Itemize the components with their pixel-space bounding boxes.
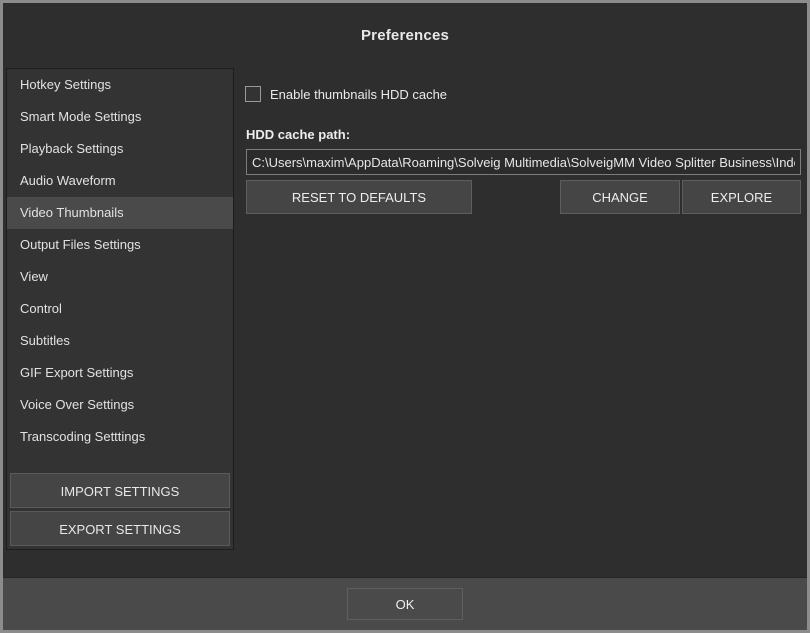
enable-thumbnails-hdd-cache-row[interactable]: Enable thumbnails HDD cache [245, 85, 447, 103]
sidebar-action-buttons: IMPORT SETTINGS EXPORT SETTINGS [7, 473, 233, 549]
sidebar-item-video-thumbnails[interactable]: Video Thumbnails [7, 197, 233, 229]
sidebar-item-view[interactable]: View [7, 261, 233, 293]
reset-to-defaults-button[interactable]: RESET TO DEFAULTS [246, 180, 472, 214]
sidebar-nav-list: Hotkey Settings Smart Mode Settings Play… [7, 69, 233, 453]
hdd-cache-path-input[interactable] [246, 149, 801, 175]
sidebar-item-hotkey-settings[interactable]: Hotkey Settings [7, 69, 233, 101]
ok-button[interactable]: OK [347, 588, 463, 620]
import-settings-button[interactable]: IMPORT SETTINGS [10, 473, 230, 508]
page-title: Preferences [360, 27, 450, 44]
export-settings-button[interactable]: EXPORT SETTINGS [10, 511, 230, 546]
explore-button[interactable]: EXPLORE [682, 180, 801, 214]
preferences-dialog: Preferences Hotkey Settings Smart Mode S… [3, 3, 807, 630]
title-bar: Preferences [3, 3, 807, 63]
sidebar-item-gif-export-settings[interactable]: GIF Export Settings [7, 357, 233, 389]
sidebar-item-voice-over-settings[interactable]: Voice Over Settings [7, 389, 233, 421]
path-action-buttons: RESET TO DEFAULTS CHANGE EXPLORE [246, 180, 801, 214]
sidebar-item-control[interactable]: Control [7, 293, 233, 325]
sidebar-item-output-files-settings[interactable]: Output Files Settings [7, 229, 233, 261]
sidebar-item-subtitles[interactable]: Subtitles [7, 325, 233, 357]
sidebar-item-smart-mode-settings[interactable]: Smart Mode Settings [7, 101, 233, 133]
settings-sidebar: Hotkey Settings Smart Mode Settings Play… [6, 68, 234, 550]
sidebar-item-playback-settings[interactable]: Playback Settings [7, 133, 233, 165]
settings-panel-video-thumbnails: Enable thumbnails HDD cache HDD cache pa… [245, 68, 801, 550]
hdd-cache-path-label: HDD cache path: [246, 127, 351, 142]
dialog-footer: OK [3, 577, 807, 630]
change-button[interactable]: CHANGE [560, 180, 680, 214]
enable-thumbnails-hdd-cache-label: Enable thumbnails HDD cache [270, 86, 448, 102]
enable-thumbnails-hdd-cache-checkbox[interactable] [245, 86, 261, 102]
sidebar-item-audio-waveform[interactable]: Audio Waveform [7, 165, 233, 197]
sidebar-item-transcoding-settings[interactable]: Transcoding Setttings [7, 421, 233, 453]
